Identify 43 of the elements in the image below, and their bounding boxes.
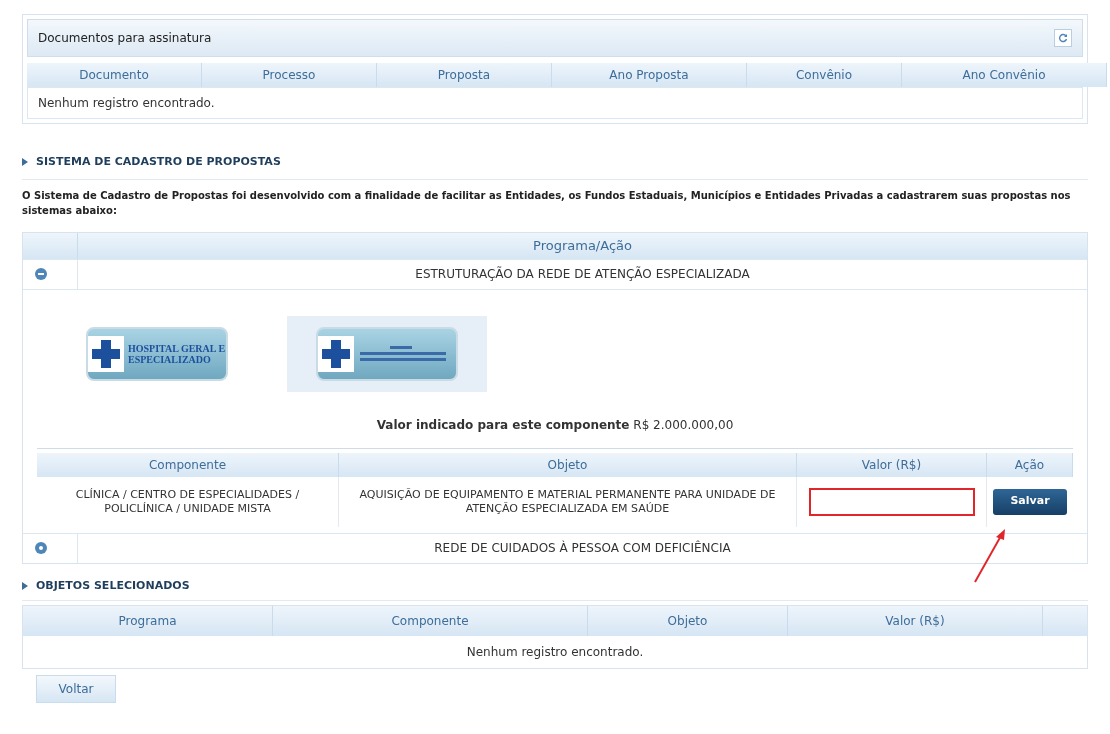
section-title: SISTEMA DE CADASTRO DE PROPOSTAS [36, 154, 281, 170]
refresh-button[interactable] [1054, 29, 1072, 47]
section-title: OBJETOS SELECIONADOS [36, 577, 190, 594]
back-button[interactable]: Voltar [36, 675, 116, 703]
column-header: Convênio [747, 63, 902, 87]
column-header: Componente [37, 452, 339, 477]
program-name[interactable]: REDE DE CUIDADOS À PESSOA COM DEFICIÊNCIA [78, 533, 1087, 563]
column-header: Ano Proposta [552, 63, 747, 87]
component-value-label: Valor indicado para este componente [376, 417, 630, 432]
expand-icon[interactable] [35, 542, 47, 554]
column-header: Programa/Ação [78, 232, 1087, 259]
empty-message: Nenhum registro encontrado. [465, 644, 645, 661]
system-button[interactable] [316, 326, 458, 381]
column-header: Valor (R$) [797, 452, 987, 477]
column-header: Objeto [339, 452, 797, 477]
column-header: Processo [202, 63, 377, 87]
table-cell: AQUISIÇÃO DE EQUIPAMENTO E MATERIAL PERMANENTE PARA UNIDADE DE ATENÇÃO ESPECIALIZADA EM SAÚDE [339, 476, 797, 527]
table-cell: CLÍNICA / CENTRO DE ESPECIALIDADES / POLICLÍNICA / UNIDADE MISTA [37, 476, 339, 527]
section-arrow-icon [22, 581, 28, 590]
component-value-amount: R$ 2.000.000,00 [633, 417, 734, 432]
system-button[interactable]: HOSPITAL GERAL E ESPECIALIZADO [86, 326, 228, 381]
refresh-icon [1058, 33, 1068, 43]
value-input-field[interactable] [808, 487, 975, 516]
column-header: Componente [273, 606, 588, 636]
collapse-icon[interactable] [35, 268, 47, 280]
annotation-arrow [972, 528, 1008, 584]
column-header: Programa [23, 606, 273, 636]
column-header-blank [23, 232, 78, 259]
save-button[interactable]: Salvar [993, 488, 1067, 515]
program-name[interactable]: ESTRUTURAÇÃO DA REDE DE ATENÇÃO ESPECIALIZADA [78, 259, 1087, 289]
description-text: O Sistema de Cadastro de Propostas foi desenvolvido com a finalidade de facilitar as Entidades, os Fundos Estaduais, Municípios e Entidades Privadas a cadastrarem suas propostas nos sistemas abaixo: [22, 188, 1072, 218]
panel-title: Documentos para assinatura [38, 30, 212, 47]
column-header: Valor (R$) [788, 606, 1043, 636]
empty-message: Nenhum registro encontrado. [27, 87, 1083, 119]
medical-cross-icon [318, 335, 354, 372]
column-header: Ano Convênio [902, 63, 1107, 87]
column-header: Ação [987, 452, 1073, 477]
column-header: Proposta [377, 63, 552, 87]
column-header-blank [1043, 606, 1087, 636]
medical-cross-icon [88, 335, 124, 372]
column-header: Documento [27, 63, 202, 87]
column-header: Objeto [588, 606, 788, 636]
section-arrow-icon [22, 158, 28, 167]
